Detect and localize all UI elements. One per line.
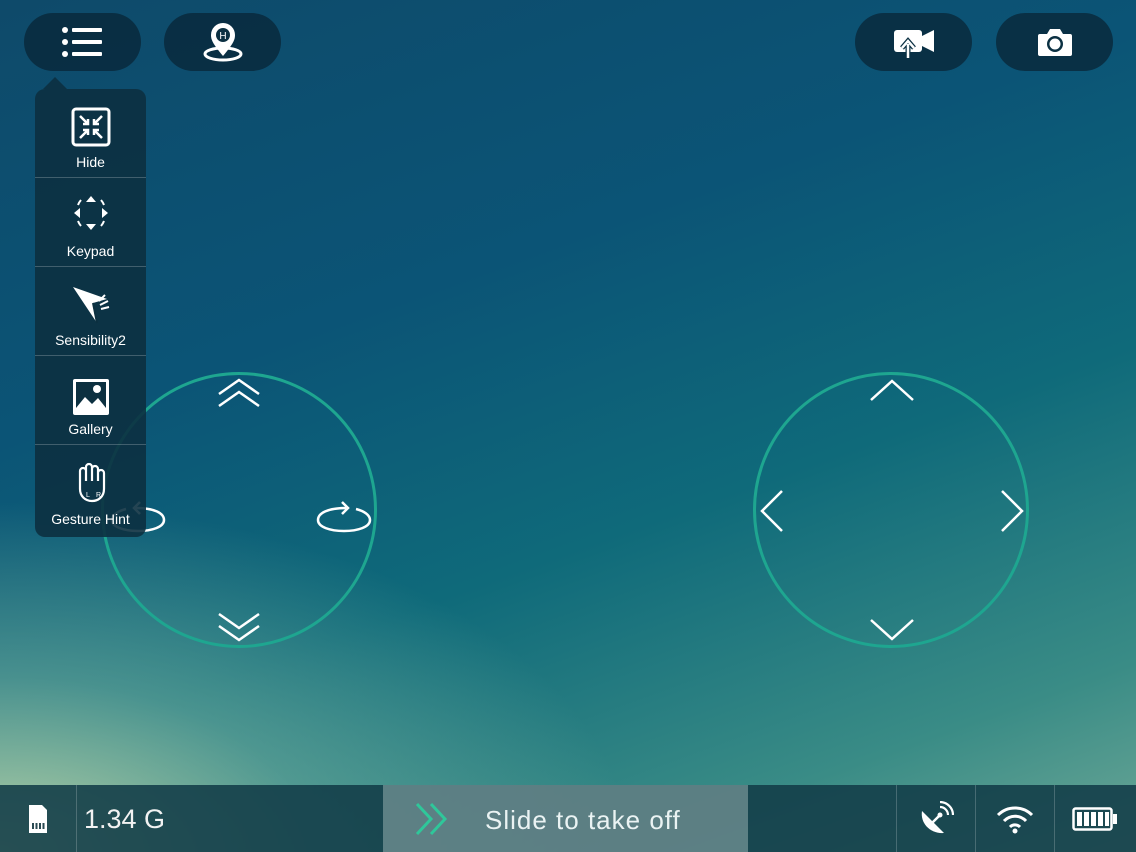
throttle-up-icon[interactable] — [216, 378, 262, 410]
takeoff-slider[interactable]: Slide to take off — [383, 785, 748, 852]
battery-icon — [1072, 806, 1117, 831]
rotate-right-icon[interactable] — [316, 498, 372, 534]
sd-card-status — [0, 785, 76, 852]
video-upload-icon — [893, 30, 934, 58]
video-record-button[interactable] — [855, 13, 972, 71]
menu-item-hide[interactable]: Hide — [35, 89, 146, 178]
satellite-dish-icon — [921, 800, 954, 833]
menu-item-label: Gesture Hint — [51, 511, 130, 527]
home-letter: H — [219, 31, 226, 42]
sensibility-icon — [72, 287, 109, 324]
home-return-button[interactable]: H — [164, 13, 281, 71]
storage-value: 1.34 G — [84, 804, 166, 834]
menu-item-gallery[interactable]: Gallery — [35, 356, 146, 445]
menu-item-gesture-hint[interactable]: L R Gesture Hint — [35, 445, 146, 534]
backward-icon[interactable] — [868, 616, 916, 642]
hand-icon: L R — [78, 462, 105, 503]
sd-card-icon — [29, 804, 47, 833]
take-photo-button[interactable] — [996, 13, 1113, 71]
double-chevron-right-icon[interactable] — [413, 801, 457, 837]
left-icon[interactable] — [758, 488, 786, 534]
wifi-icon — [996, 805, 1033, 833]
svg-text:L: L — [86, 492, 90, 499]
keypad-icon — [73, 196, 108, 230]
battery-status — [1054, 785, 1136, 852]
menu-item-keypad[interactable]: Keypad — [35, 178, 146, 267]
collapse-icon — [71, 107, 110, 147]
gps-status — [896, 785, 975, 852]
slider-label: Slide to take off — [485, 805, 681, 835]
camera-icon — [1037, 29, 1072, 56]
throttle-down-icon[interactable] — [216, 610, 262, 642]
menu-button[interactable] — [24, 13, 141, 71]
status-bar: 1.34 G Slide to take off — [0, 785, 1136, 852]
menu-item-label: Keypad — [66, 243, 115, 259]
gallery-icon — [72, 379, 109, 415]
wifi-status — [975, 785, 1054, 852]
svg-text:R: R — [96, 492, 101, 499]
menu-item-label: Hide — [76, 154, 105, 170]
home-location-icon: H — [203, 23, 242, 62]
right-joystick[interactable] — [753, 372, 1029, 648]
menu-item-label: Gallery — [68, 421, 113, 437]
side-menu: Hide Keypad Sensibility2 Gallery L R Ges… — [35, 77, 146, 537]
menu-item-sensibility[interactable]: Sensibility2 — [35, 267, 146, 356]
forward-icon[interactable] — [868, 378, 916, 404]
right-icon[interactable] — [998, 488, 1026, 534]
menu-item-label: Sensibility2 — [55, 332, 126, 348]
list-icon — [61, 27, 102, 57]
